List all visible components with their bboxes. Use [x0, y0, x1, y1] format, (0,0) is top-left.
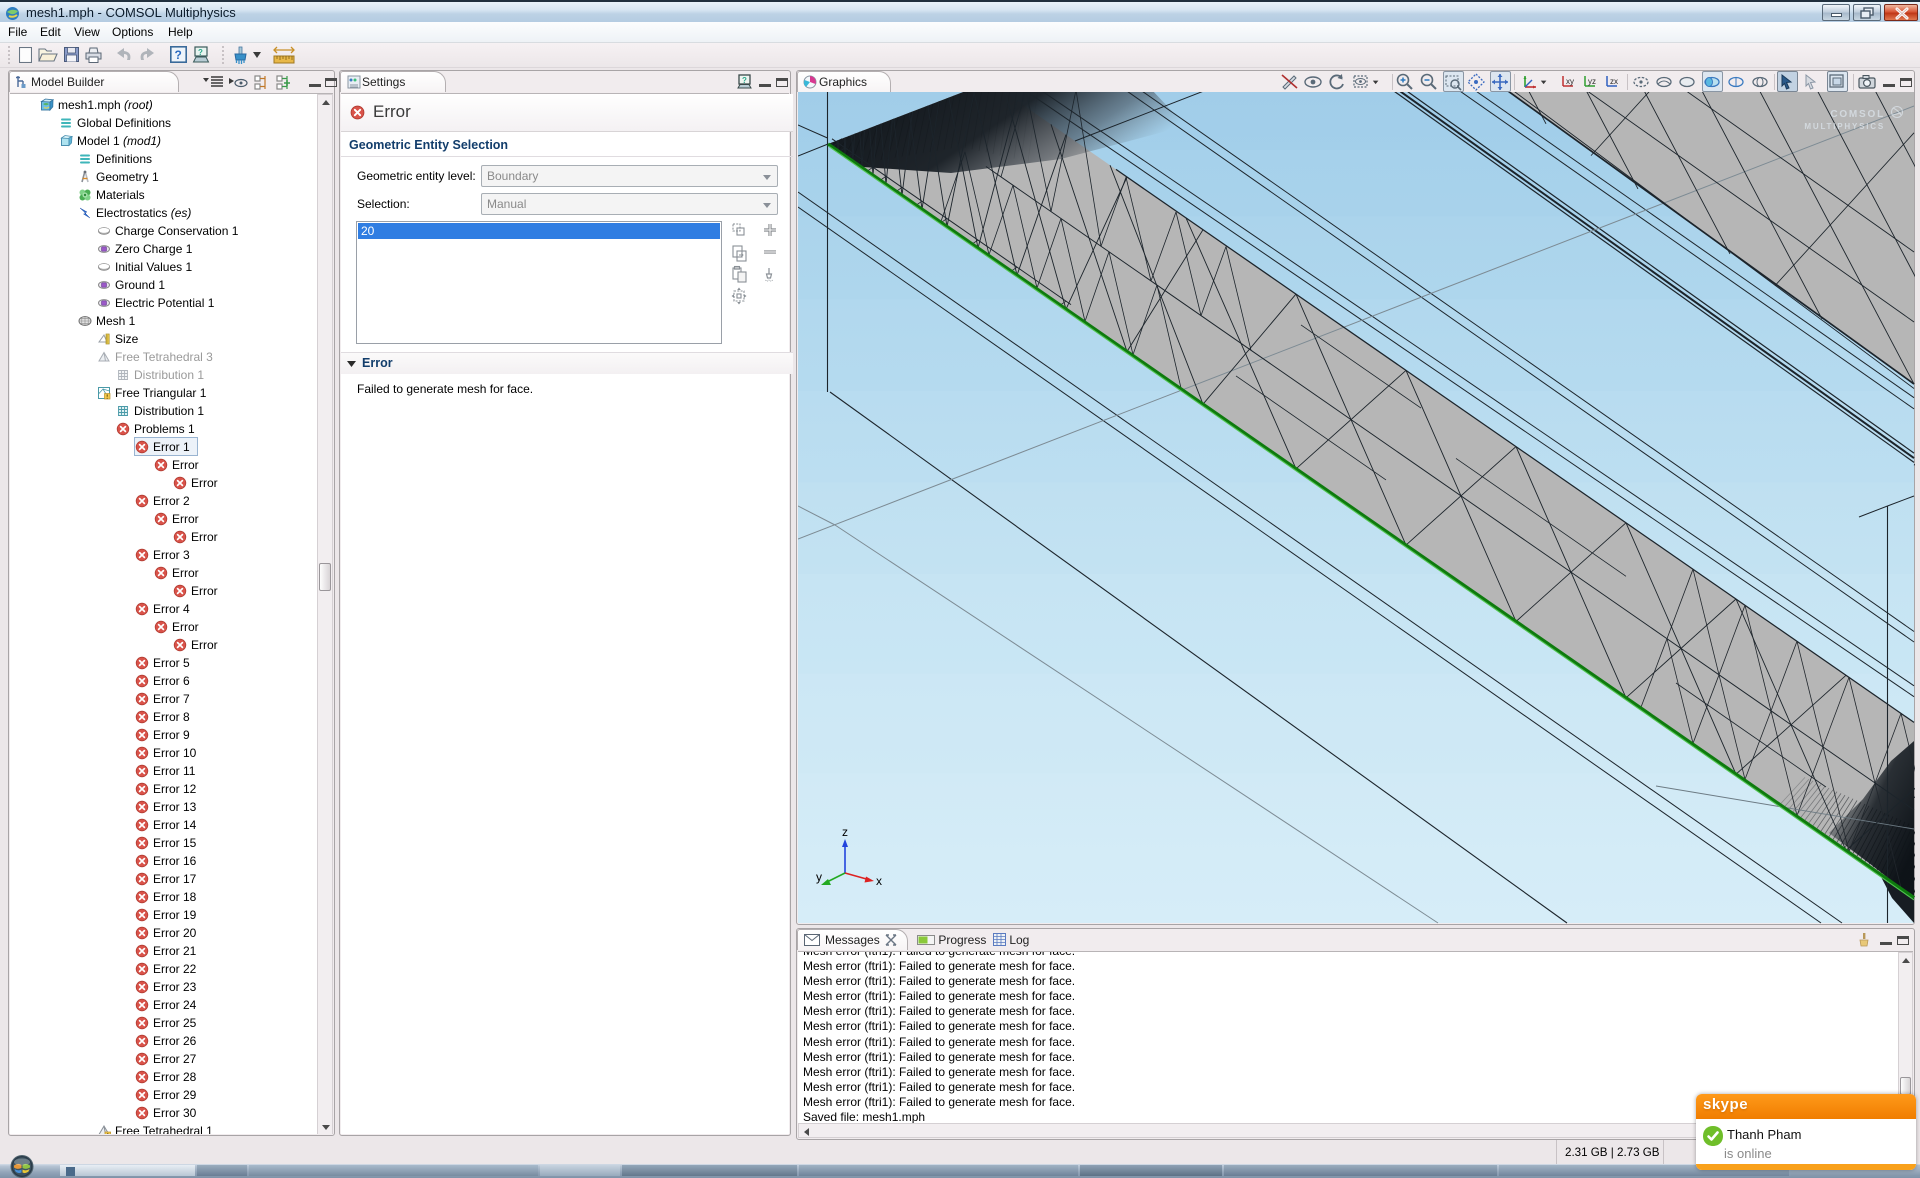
svg-text:y: y	[816, 870, 822, 884]
svg-text:z: z	[842, 825, 848, 839]
svg-text:?: ?	[175, 48, 182, 62]
svg-text:xy: xy	[1566, 77, 1574, 86]
svg-text:?: ?	[742, 76, 747, 85]
svg-text:zx: zx	[1610, 77, 1618, 86]
svg-text:COMSOL: COMSOL	[1830, 109, 1885, 120]
svg-text:MULTIPHYSICS: MULTIPHYSICS	[1804, 122, 1885, 131]
svg-text:yz: yz	[1588, 77, 1596, 86]
svg-text:x: x	[876, 874, 882, 888]
svg-text:?: ?	[198, 48, 203, 57]
